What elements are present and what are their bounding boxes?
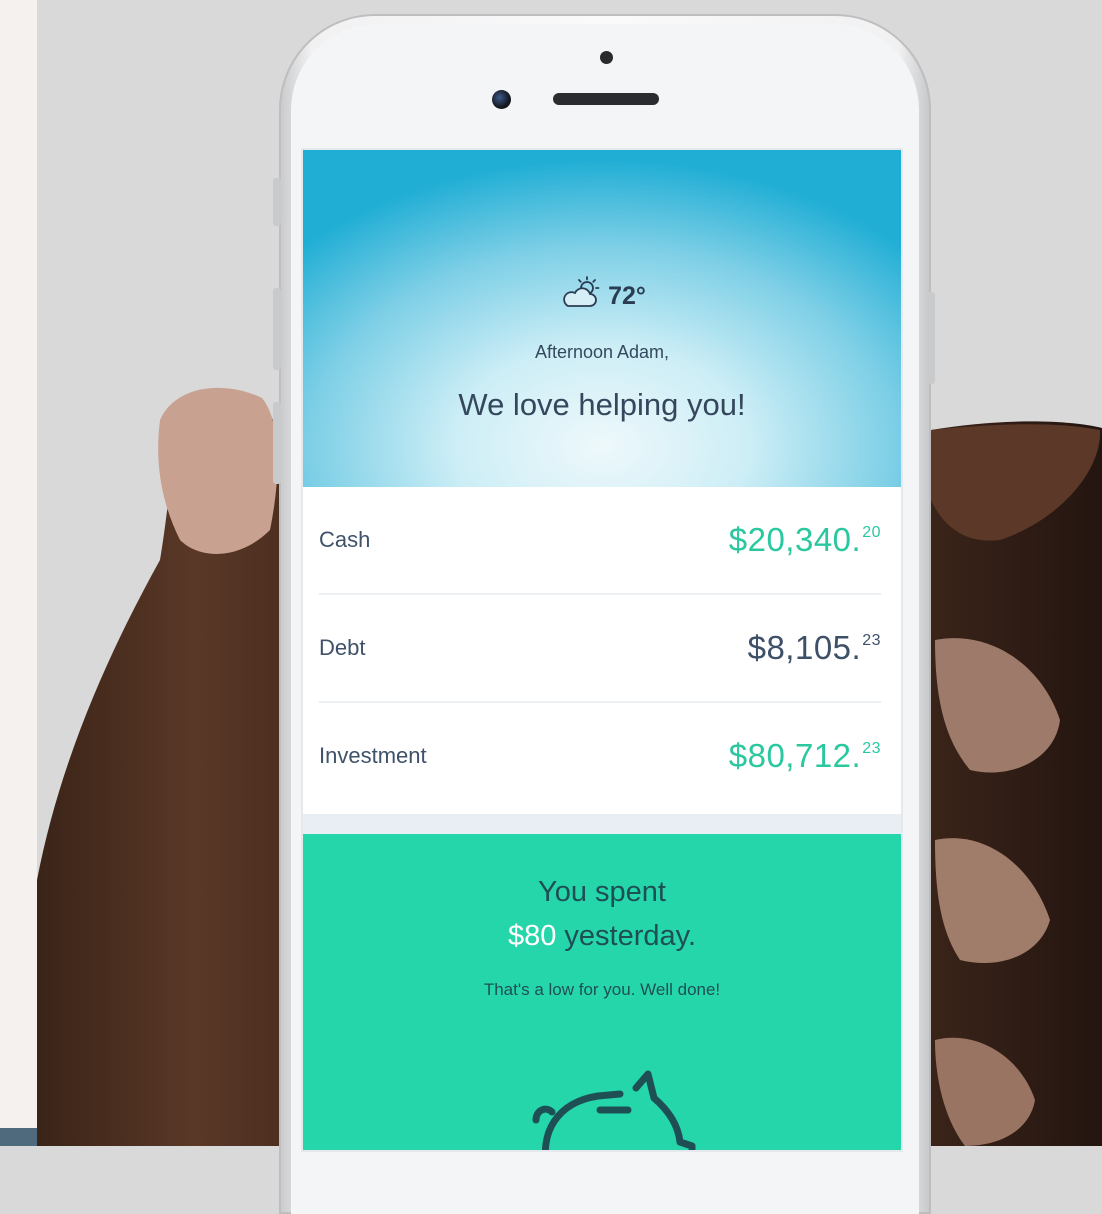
account-row-investment[interactable]: Investment $80,712.23 [319,703,881,809]
proximity-sensor [600,51,613,64]
greeting-hero: 72° Afternoon Adam, We love helping you! [303,150,901,487]
volume-down-button [273,402,281,484]
spending-suffix: yesterday. [556,920,697,952]
greeting-text: Afternoon Adam, [534,342,670,362]
spending-note: That's a low for you. Well done! [483,980,721,999]
mute-switch [273,178,281,226]
account-row-debt[interactable]: Debt $8,105.23 [319,595,881,703]
app-screen: 72° Afternoon Adam, We love helping you!… [303,150,901,1150]
partly-cloudy-sun-icon [558,276,602,317]
power-button [928,292,935,384]
volume-up-button [273,288,281,370]
earpiece-speaker [553,93,659,105]
account-amount: $8,105.23 [747,629,881,666]
temperature: 72° [608,282,646,310]
front-camera [492,90,511,109]
account-cents: 23 [862,740,881,757]
spending-amount: $80 [507,920,557,952]
headline: We love helping you! [458,387,746,422]
account-row-cash[interactable]: Cash $20,340.20 [319,487,881,595]
account-label: Investment [319,743,427,768]
account-amount: $80,712.23 [728,737,881,774]
weather-widget[interactable]: 72° [303,276,901,317]
spending-amount-line: $80 yesterday. [303,920,901,953]
piggy-bank-icon [532,1070,696,1150]
account-label: Cash [319,527,371,552]
spending-title: You spent [538,876,666,908]
account-cents: 23 [862,632,881,649]
account-amount: $20,340.20 [728,521,881,558]
account-cents: 20 [862,524,881,541]
account-label: Debt [319,635,366,660]
section-divider [303,814,901,834]
spending-card[interactable]: You spent $80 yesterday. That's a low fo… [303,834,901,1150]
